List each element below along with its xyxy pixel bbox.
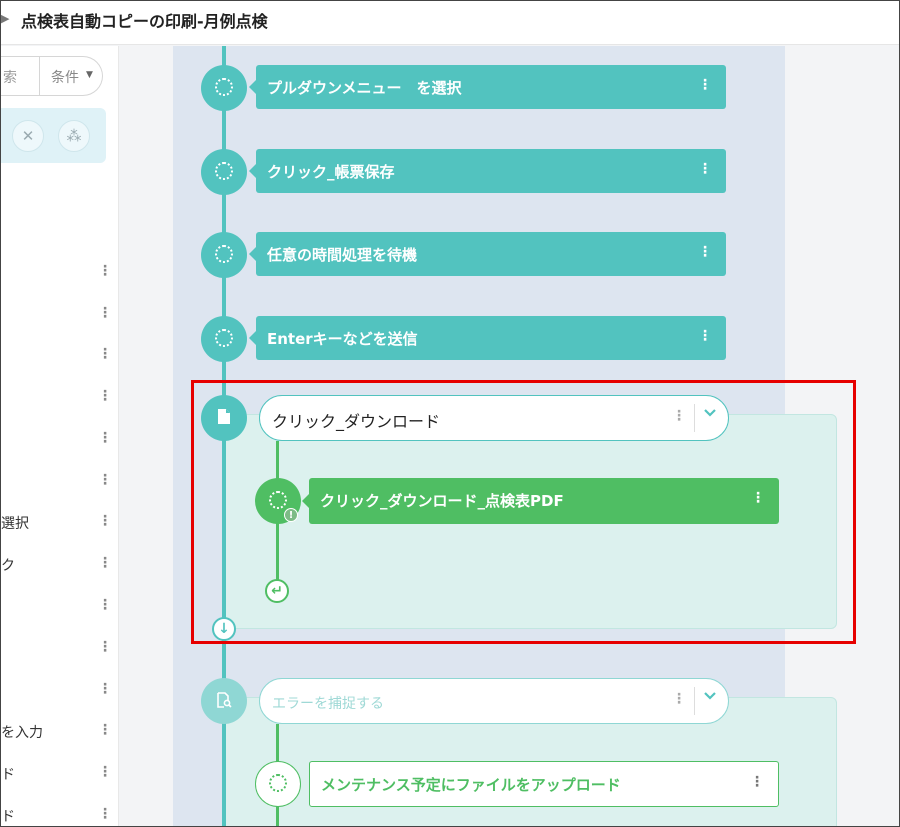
kebab-menu-icon[interactable]: ⋮	[672, 691, 686, 707]
step-spinner-icon[interactable]	[255, 761, 301, 807]
search-box[interactable]: 索 条件 ▼	[1, 56, 103, 96]
header-divider	[694, 687, 695, 715]
kebab-menu-icon[interactable]: ⋮	[98, 597, 112, 613]
kebab-menu-icon[interactable]: ⋮	[98, 305, 112, 321]
cubes-icon[interactable]: ⁂	[58, 120, 90, 152]
kebab-menu-icon[interactable]: ⋮	[98, 639, 112, 655]
condition-dropdown[interactable]: 条件	[51, 67, 79, 87]
sidebar-item[interactable]: ⋮	[1, 472, 112, 492]
kebab-menu-icon[interactable]: ⋮	[98, 472, 112, 488]
step-label: クリック_帳票保存	[267, 163, 395, 181]
sidebar-item[interactable]: ⋮	[1, 597, 112, 617]
highlight-box	[191, 380, 856, 644]
tool-panel: ✕ ⁂	[1, 108, 106, 163]
search-input[interactable]: 索	[3, 67, 17, 87]
step-card[interactable]: Enterキーなどを送信 ⋮	[249, 316, 726, 360]
sidebar-item[interactable]: ⋮	[1, 639, 112, 659]
sidebar: 索 条件 ▼ ✕ ⁂ ⋮ ⋮ ⋮ ⋮ ⋮ ⋮ 選択 ⋮ ク ⋮ ⋮ ⋮ ⋮ を入…	[1, 46, 119, 826]
sidebar-item[interactable]: ⋮	[1, 681, 112, 701]
step-spinner-icon[interactable]	[201, 149, 247, 195]
kebab-menu-icon[interactable]: ⋮	[98, 346, 112, 362]
step-spinner-icon[interactable]	[201, 316, 247, 362]
kebab-menu-icon[interactable]: ⋮	[750, 774, 764, 790]
step-label: Enterキーなどを送信	[267, 330, 418, 348]
expand-arrow-icon[interactable]: ▶	[1, 12, 9, 25]
sidebar-item[interactable]: ⋮	[1, 346, 112, 366]
caret-down-icon[interactable]: ▼	[86, 70, 93, 80]
kebab-menu-icon[interactable]: ⋮	[98, 388, 112, 404]
sidebar-item[interactable]: ド ⋮	[1, 806, 112, 826]
group-header-label: エラーを捕捉する	[272, 696, 384, 712]
title-bar: ▶ 点検表自動コピーの印刷-月例点検	[1, 1, 899, 45]
sidebar-item-label: 選択	[1, 516, 29, 532]
step-card[interactable]: 任意の時間処理を待機 ⋮	[249, 232, 726, 276]
kebab-menu-icon[interactable]: ⋮	[698, 161, 712, 177]
step-label: 任意の時間処理を待機	[267, 246, 418, 264]
kebab-menu-icon[interactable]: ⋮	[98, 513, 112, 529]
error-search-icon[interactable]	[201, 678, 247, 724]
step-spinner-icon[interactable]	[201, 65, 247, 111]
kebab-menu-icon[interactable]: ⋮	[698, 328, 712, 344]
step-label: プルダウンメニュー を選択	[267, 79, 462, 97]
chevron-down-icon[interactable]	[703, 690, 717, 705]
sidebar-item[interactable]: ⋮	[1, 305, 112, 325]
sidebar-item[interactable]: ⋮	[1, 263, 112, 283]
step-card[interactable]: クリック_帳票保存 ⋮	[249, 149, 726, 193]
sidebar-item[interactable]: ⋮	[1, 430, 112, 450]
sidebar-item[interactable]: を入力 ⋮	[1, 722, 112, 742]
search-divider	[39, 57, 40, 95]
kebab-menu-icon[interactable]: ⋮	[98, 806, 112, 822]
kebab-menu-icon[interactable]: ⋮	[698, 77, 712, 93]
sidebar-item[interactable]: ク ⋮	[1, 555, 112, 575]
sidebar-item-label: ド	[1, 767, 15, 783]
sidebar-item[interactable]: ⋮	[1, 388, 112, 408]
tools-icon[interactable]: ✕	[12, 120, 44, 152]
kebab-menu-icon[interactable]: ⋮	[98, 263, 112, 279]
step-card[interactable]: プルダウンメニュー を選択 ⋮	[249, 65, 726, 109]
step-label: メンテナンス予定にファイルをアップロード	[321, 776, 621, 794]
step-spinner-icon[interactable]	[201, 232, 247, 278]
page-title: 点検表自動コピーの印刷-月例点検	[21, 12, 268, 31]
sidebar-item[interactable]: ド ⋮	[1, 764, 112, 784]
sidebar-item-label: ド	[1, 809, 15, 825]
sidebar-item-label: ク	[1, 558, 15, 574]
kebab-menu-icon[interactable]: ⋮	[98, 722, 112, 738]
kebab-menu-icon[interactable]: ⋮	[98, 555, 112, 571]
group-header-error[interactable]: エラーを捕捉する ⋮	[259, 678, 729, 724]
kebab-menu-icon[interactable]: ⋮	[98, 430, 112, 446]
step-card-upload[interactable]: メンテナンス予定にファイルをアップロード ⋮	[309, 761, 779, 807]
sidebar-item[interactable]: 選択 ⋮	[1, 513, 112, 533]
sidebar-item-label: を入力	[1, 725, 43, 741]
kebab-menu-icon[interactable]: ⋮	[698, 244, 712, 260]
app-window: ▶ 点検表自動コピーの印刷-月例点検 索 条件 ▼ ✕ ⁂ ⋮ ⋮ ⋮ ⋮ ⋮ …	[0, 0, 900, 827]
kebab-menu-icon[interactable]: ⋮	[98, 681, 112, 697]
kebab-menu-icon[interactable]: ⋮	[98, 764, 112, 780]
